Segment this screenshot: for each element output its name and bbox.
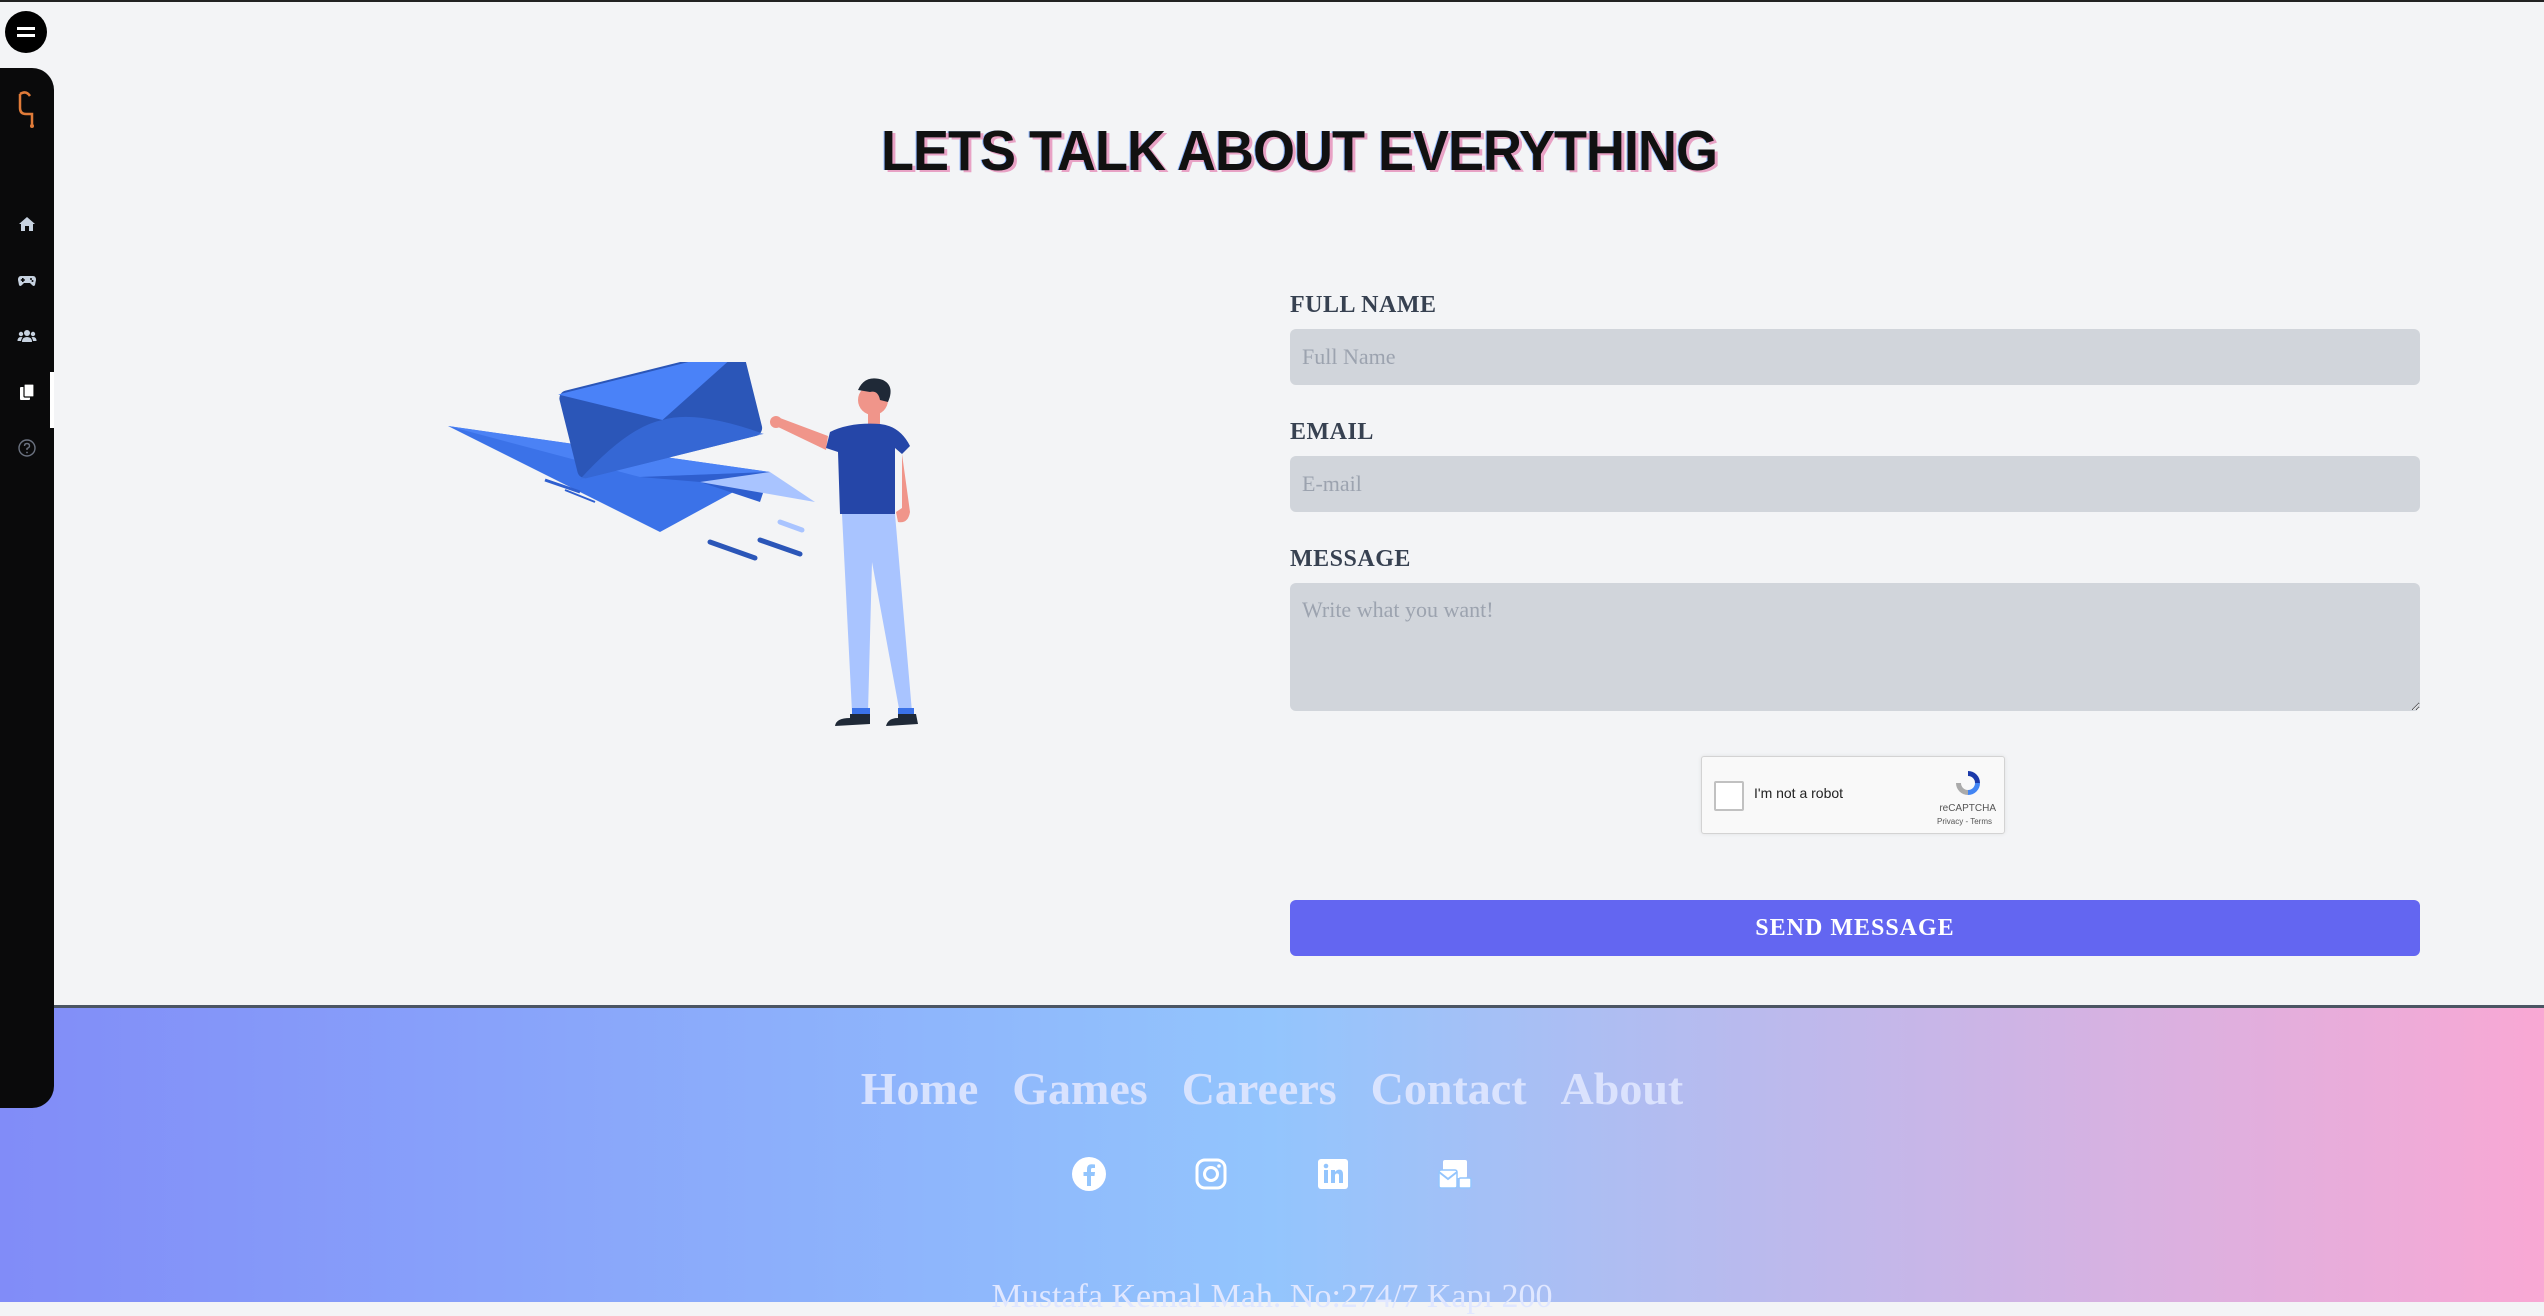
footer-nav: Home Games Careers Contact About [0, 1062, 2544, 1115]
sidebar-item-contact[interactable] [0, 372, 54, 428]
recaptcha-checkbox[interactable] [1714, 781, 1744, 811]
gamepad-icon [18, 276, 36, 286]
email-label: EMAIL [1290, 419, 1374, 445]
linkedin-icon[interactable] [1315, 1156, 1351, 1192]
footer-link-home[interactable]: Home [861, 1062, 979, 1115]
hamburger-icon [17, 27, 35, 37]
footer-link-about[interactable]: About [1561, 1062, 1684, 1115]
sidebar-item-team[interactable] [0, 316, 54, 356]
social-links [0, 1156, 2544, 1192]
email-input[interactable] [1290, 456, 2420, 512]
footer-link-contact[interactable]: Contact [1371, 1062, 1527, 1115]
sidebar [0, 68, 54, 1108]
sidebar-item-games[interactable] [0, 260, 54, 300]
brand-logo[interactable] [12, 88, 40, 132]
recaptcha-brand: reCAPTCHA [1939, 803, 1996, 814]
footer: Home Games Careers Contact About Mustafa… [0, 1005, 2544, 1315]
footer-address: Mustafa Kemal Mah. No:274/7 Kapı 200 [991, 1278, 1553, 1315]
recaptcha-icon [1956, 771, 1980, 795]
contact-form: FULL NAME EMAIL MESSAGE I'm not a robot … [1290, 292, 2420, 956]
facebook-icon[interactable] [1071, 1156, 1107, 1192]
full-name-label: FULL NAME [1290, 292, 1437, 318]
home-icon [19, 217, 35, 231]
footer-link-games[interactable]: Games [1012, 1062, 1147, 1115]
recaptcha-widget: I'm not a robot reCAPTCHA Privacy - Term… [1701, 756, 2005, 834]
full-name-input[interactable] [1290, 329, 2420, 385]
message-label: MESSAGE [1290, 546, 1411, 572]
users-icon [17, 330, 37, 342]
recaptcha-label: I'm not a robot [1754, 785, 1844, 801]
send-message-button[interactable]: SEND MESSAGE [1290, 900, 2420, 956]
recaptcha-links[interactable]: Privacy - Terms [1937, 817, 1992, 826]
mail-icon[interactable] [1437, 1156, 1473, 1192]
footer-link-careers[interactable]: Careers [1182, 1062, 1337, 1115]
menu-toggle-button[interactable] [5, 11, 47, 53]
message-textarea[interactable] [1290, 583, 2420, 711]
copy-icon [20, 383, 35, 400]
instagram-icon[interactable] [1193, 1156, 1229, 1192]
question-icon [18, 439, 36, 457]
sidebar-item-help[interactable] [0, 428, 54, 468]
sidebar-item-home[interactable] [0, 204, 54, 244]
page-title: LETS TALK ABOUT EVERYTHING [881, 119, 1718, 183]
contact-illustration [440, 348, 960, 762]
